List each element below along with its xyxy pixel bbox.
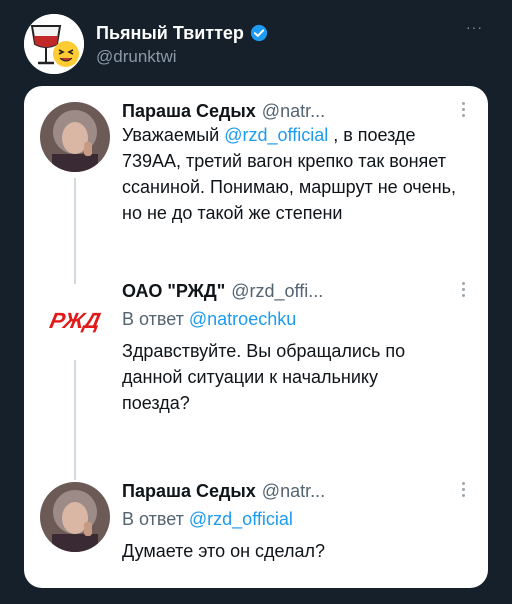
- author-handle[interactable]: @natr...: [262, 480, 325, 502]
- reply-label: В ответ: [122, 509, 189, 529]
- tweet-1[interactable]: Параша Седых @natr... Уважаемый @rzd_off…: [24, 86, 488, 274]
- reply-context: В ответ @rzd_official: [122, 508, 293, 530]
- mention-link[interactable]: @natroechku: [189, 309, 296, 329]
- screenshot-card: Параша Седых @natr... Уважаемый @rzd_off…: [24, 86, 488, 588]
- avatar[interactable]: РЖД: [40, 284, 110, 354]
- user-photo-icon: [40, 102, 110, 172]
- thread-line-top: [74, 266, 76, 284]
- tweet-header: Параша Седых @natr...: [122, 480, 468, 504]
- account-name: Пьяный Твиттер: [96, 23, 244, 43]
- author-handle[interactable]: @rzd_offi...: [231, 280, 323, 302]
- thread-line-top: [74, 470, 76, 480]
- account-avatar[interactable]: [24, 14, 84, 74]
- svg-text:РЖД: РЖД: [48, 308, 103, 333]
- tweet-2[interactable]: РЖД ОАО "РЖД" @rzd_offi... В ответ @natr…: [24, 266, 488, 478]
- verified-badge-icon: [250, 24, 268, 42]
- mention-link[interactable]: @rzd_official: [224, 125, 328, 145]
- tweet-text: Здравствуйте. Вы обращались по данной си…: [122, 341, 406, 413]
- quote-header: Пьяный Твиттер @drunktwi ···: [0, 0, 512, 78]
- account-handle[interactable]: @drunktwi: [96, 47, 177, 67]
- user-photo-icon: [40, 482, 110, 552]
- tweet-more-icon[interactable]: [462, 102, 466, 118]
- avatar[interactable]: [40, 482, 110, 552]
- tweet-text: Думаете это он сделал?: [122, 541, 325, 561]
- tweet-text: Уважаемый @rzd_official , в поезде 739АА…: [122, 122, 468, 226]
- avatar[interactable]: [40, 102, 110, 172]
- reply-context: В ответ @natroechku: [122, 308, 296, 330]
- author-name[interactable]: Параша Седых: [122, 480, 256, 502]
- author-handle[interactable]: @natr...: [262, 100, 325, 122]
- reply-label: В ответ: [122, 309, 189, 329]
- tweet-header: Параша Седых @natr...: [122, 100, 468, 124]
- rzd-logo-icon: РЖД: [40, 284, 110, 354]
- tweet-3[interactable]: Параша Седых @natr... В ответ @rzd_offic…: [24, 470, 488, 588]
- thread-line: [74, 360, 76, 478]
- account-name-row[interactable]: Пьяный Твиттер: [96, 22, 268, 44]
- drunk-glass-emoji-icon: [24, 14, 84, 74]
- author-name[interactable]: ОАО "РЖД": [122, 280, 225, 302]
- thread-line: [74, 178, 76, 274]
- tweet-header: ОАО "РЖД" @rzd_offi...: [122, 280, 468, 304]
- tweet-more-icon[interactable]: [462, 282, 466, 298]
- tweet-more-icon[interactable]: [462, 482, 466, 498]
- mention-link[interactable]: @rzd_official: [189, 509, 293, 529]
- author-name[interactable]: Параша Седых: [122, 100, 256, 122]
- tweet-text-part: Уважаемый: [122, 125, 225, 145]
- more-options-icon[interactable]: ···: [466, 20, 488, 34]
